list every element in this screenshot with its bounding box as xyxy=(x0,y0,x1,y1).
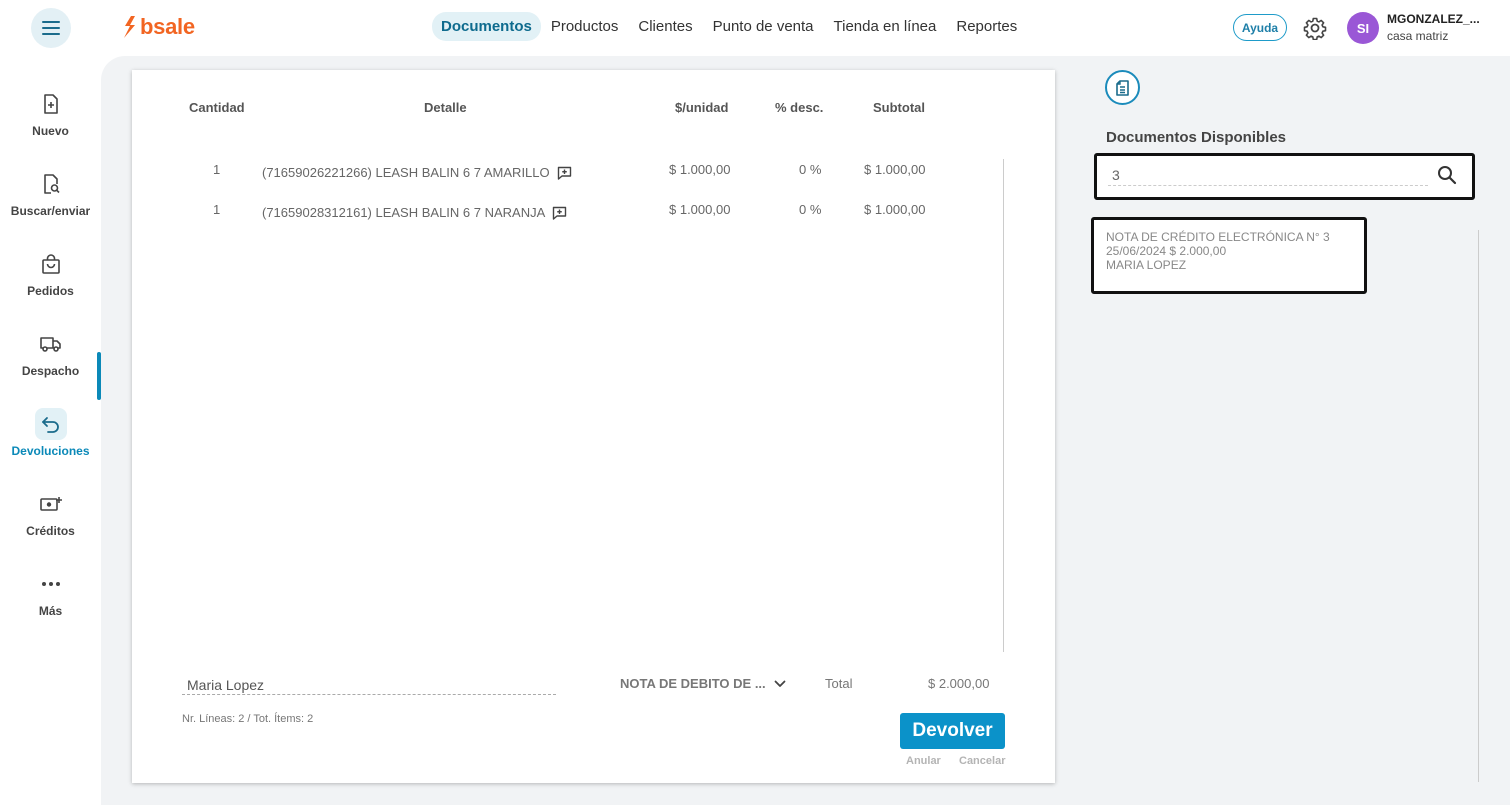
main-nav: Documentos Productos Clientes Punto de v… xyxy=(432,12,1027,41)
user-avatar[interactable]: SI xyxy=(1347,12,1379,44)
nav-tienda-en-linea[interactable]: Tienda en línea xyxy=(824,12,947,41)
col-header-detail: Detalle xyxy=(424,100,467,115)
client-field[interactable] xyxy=(182,675,556,695)
sidebar-item-despacho[interactable]: Despacho xyxy=(0,328,101,398)
col-header-discount: % desc. xyxy=(775,100,824,115)
brand-name: bsale xyxy=(140,14,195,39)
brand-logo[interactable]: bsale xyxy=(122,14,195,40)
money-plus-icon xyxy=(35,488,67,520)
sidebar-item-creditos[interactable]: Créditos xyxy=(0,488,101,558)
user-name[interactable]: MGONZALEZ_... xyxy=(1387,12,1480,26)
shopping-bag-icon xyxy=(35,248,67,280)
document-title: NOTA DE CRÉDITO ELECTRÓNICA N° 3 xyxy=(1106,230,1330,244)
row-quantity[interactable]: 1 xyxy=(213,162,220,177)
sidebar-item-label: Pedidos xyxy=(27,284,74,298)
sidebar-item-label: Más xyxy=(38,604,63,618)
sidebar-item-label: Devoluciones xyxy=(11,444,90,458)
available-documents-title: Documentos Disponibles xyxy=(1106,129,1287,146)
row-discount[interactable]: 0 % xyxy=(799,162,821,177)
document-date-amount: 25/06/2024 $ 2.000,00 xyxy=(1106,244,1227,258)
table-divider xyxy=(1003,159,1004,652)
document-icon xyxy=(1115,79,1129,96)
document-search-box xyxy=(1094,153,1475,200)
truck-icon xyxy=(35,328,67,360)
available-document-item[interactable]: NOTA DE CRÉDITO ELECTRÓNICA N° 3 25/06/2… xyxy=(1091,217,1367,294)
row-quantity[interactable]: 1 xyxy=(213,202,220,217)
add-comment-icon[interactable] xyxy=(557,166,572,180)
user-branch: casa matriz xyxy=(1387,29,1449,43)
nav-clientes[interactable]: Clientes xyxy=(628,12,702,41)
gear-icon[interactable] xyxy=(1303,16,1327,40)
col-header-quantity: Cantidad xyxy=(189,100,245,115)
bsale-logo-icon xyxy=(124,16,135,38)
chevron-down-icon xyxy=(774,680,786,687)
sidebar-item-mas[interactable]: Más xyxy=(0,568,101,638)
sidebar-item-nuevo[interactable]: Nuevo xyxy=(0,88,101,158)
row-subtotal: $ 1.000,00 xyxy=(864,162,926,177)
row-discount[interactable]: 0 % xyxy=(799,202,821,217)
nav-productos[interactable]: Productos xyxy=(541,12,629,41)
nav-punto-de-venta[interactable]: Punto de venta xyxy=(703,12,824,41)
cancel-link[interactable]: Cancelar xyxy=(959,755,1005,767)
row-unit-price: $ 1.000,00 xyxy=(669,162,731,177)
lines-summary: Nr. Líneas: 2 / Tot. Ítems: 2 xyxy=(182,713,314,725)
return-button[interactable]: Devolver xyxy=(900,713,1005,749)
sidebar-item-label: Buscar/enviar xyxy=(10,204,91,218)
col-header-unit-price: $/unidad xyxy=(675,100,729,115)
total-value: $ 2.000,00 xyxy=(928,676,990,691)
add-comment-icon[interactable] xyxy=(552,206,567,220)
more-dots-icon xyxy=(35,568,67,600)
row-detail-text: (71659028312161) LEASH BALIN 6 7 NARANJA xyxy=(262,205,546,220)
sidebar-item-label: Créditos xyxy=(26,524,75,538)
row-unit-price: $ 1.000,00 xyxy=(669,202,731,217)
sidebar-item-pedidos[interactable]: Pedidos xyxy=(0,248,101,318)
col-header-subtotal: Subtotal xyxy=(873,100,925,115)
panel-scroll-divider xyxy=(1478,230,1479,782)
document-client: MARIA LOPEZ xyxy=(1106,258,1187,272)
total-label: Total xyxy=(825,676,853,691)
row-detail-text: (71659026221266) LEASH BALIN 6 7 AMARILL… xyxy=(262,165,550,180)
documents-toggle-button[interactable] xyxy=(1105,70,1140,105)
help-button[interactable]: Ayuda xyxy=(1233,14,1287,41)
nav-documentos[interactable]: Documentos xyxy=(432,12,541,41)
row-detail: (71659028312161) LEASH BALIN 6 7 NARANJA xyxy=(262,205,567,220)
sidebar-item-label: Nuevo xyxy=(32,124,69,138)
search-icon[interactable] xyxy=(1436,164,1458,186)
sidebar-item-buscar-enviar[interactable]: Buscar/enviar xyxy=(0,168,101,238)
sidebar-item-devoluciones[interactable]: Devoluciones xyxy=(0,408,101,478)
hamburger-icon xyxy=(42,19,60,37)
top-bar: bsale Documentos Productos Clientes Punt… xyxy=(0,0,1510,56)
sidebar-item-label: Despacho xyxy=(21,364,80,378)
sidebar: Nuevo Buscar/enviar Pedidos Despacho Dev… xyxy=(0,56,101,805)
document-search-input[interactable] xyxy=(1108,164,1428,186)
document-type-value: NOTA DE DEBITO DE ... xyxy=(620,676,766,691)
document-type-select[interactable]: NOTA DE DEBITO DE ... xyxy=(620,676,786,691)
search-document-icon xyxy=(35,168,67,200)
return-arrow-icon xyxy=(34,408,67,440)
nav-reportes[interactable]: Reportes xyxy=(946,12,1027,41)
void-link[interactable]: Anular xyxy=(906,755,941,767)
row-subtotal: $ 1.000,00 xyxy=(864,202,926,217)
new-document-icon xyxy=(35,88,67,120)
row-detail: (71659026221266) LEASH BALIN 6 7 AMARILL… xyxy=(262,165,572,180)
menu-toggle-button[interactable] xyxy=(31,8,71,48)
